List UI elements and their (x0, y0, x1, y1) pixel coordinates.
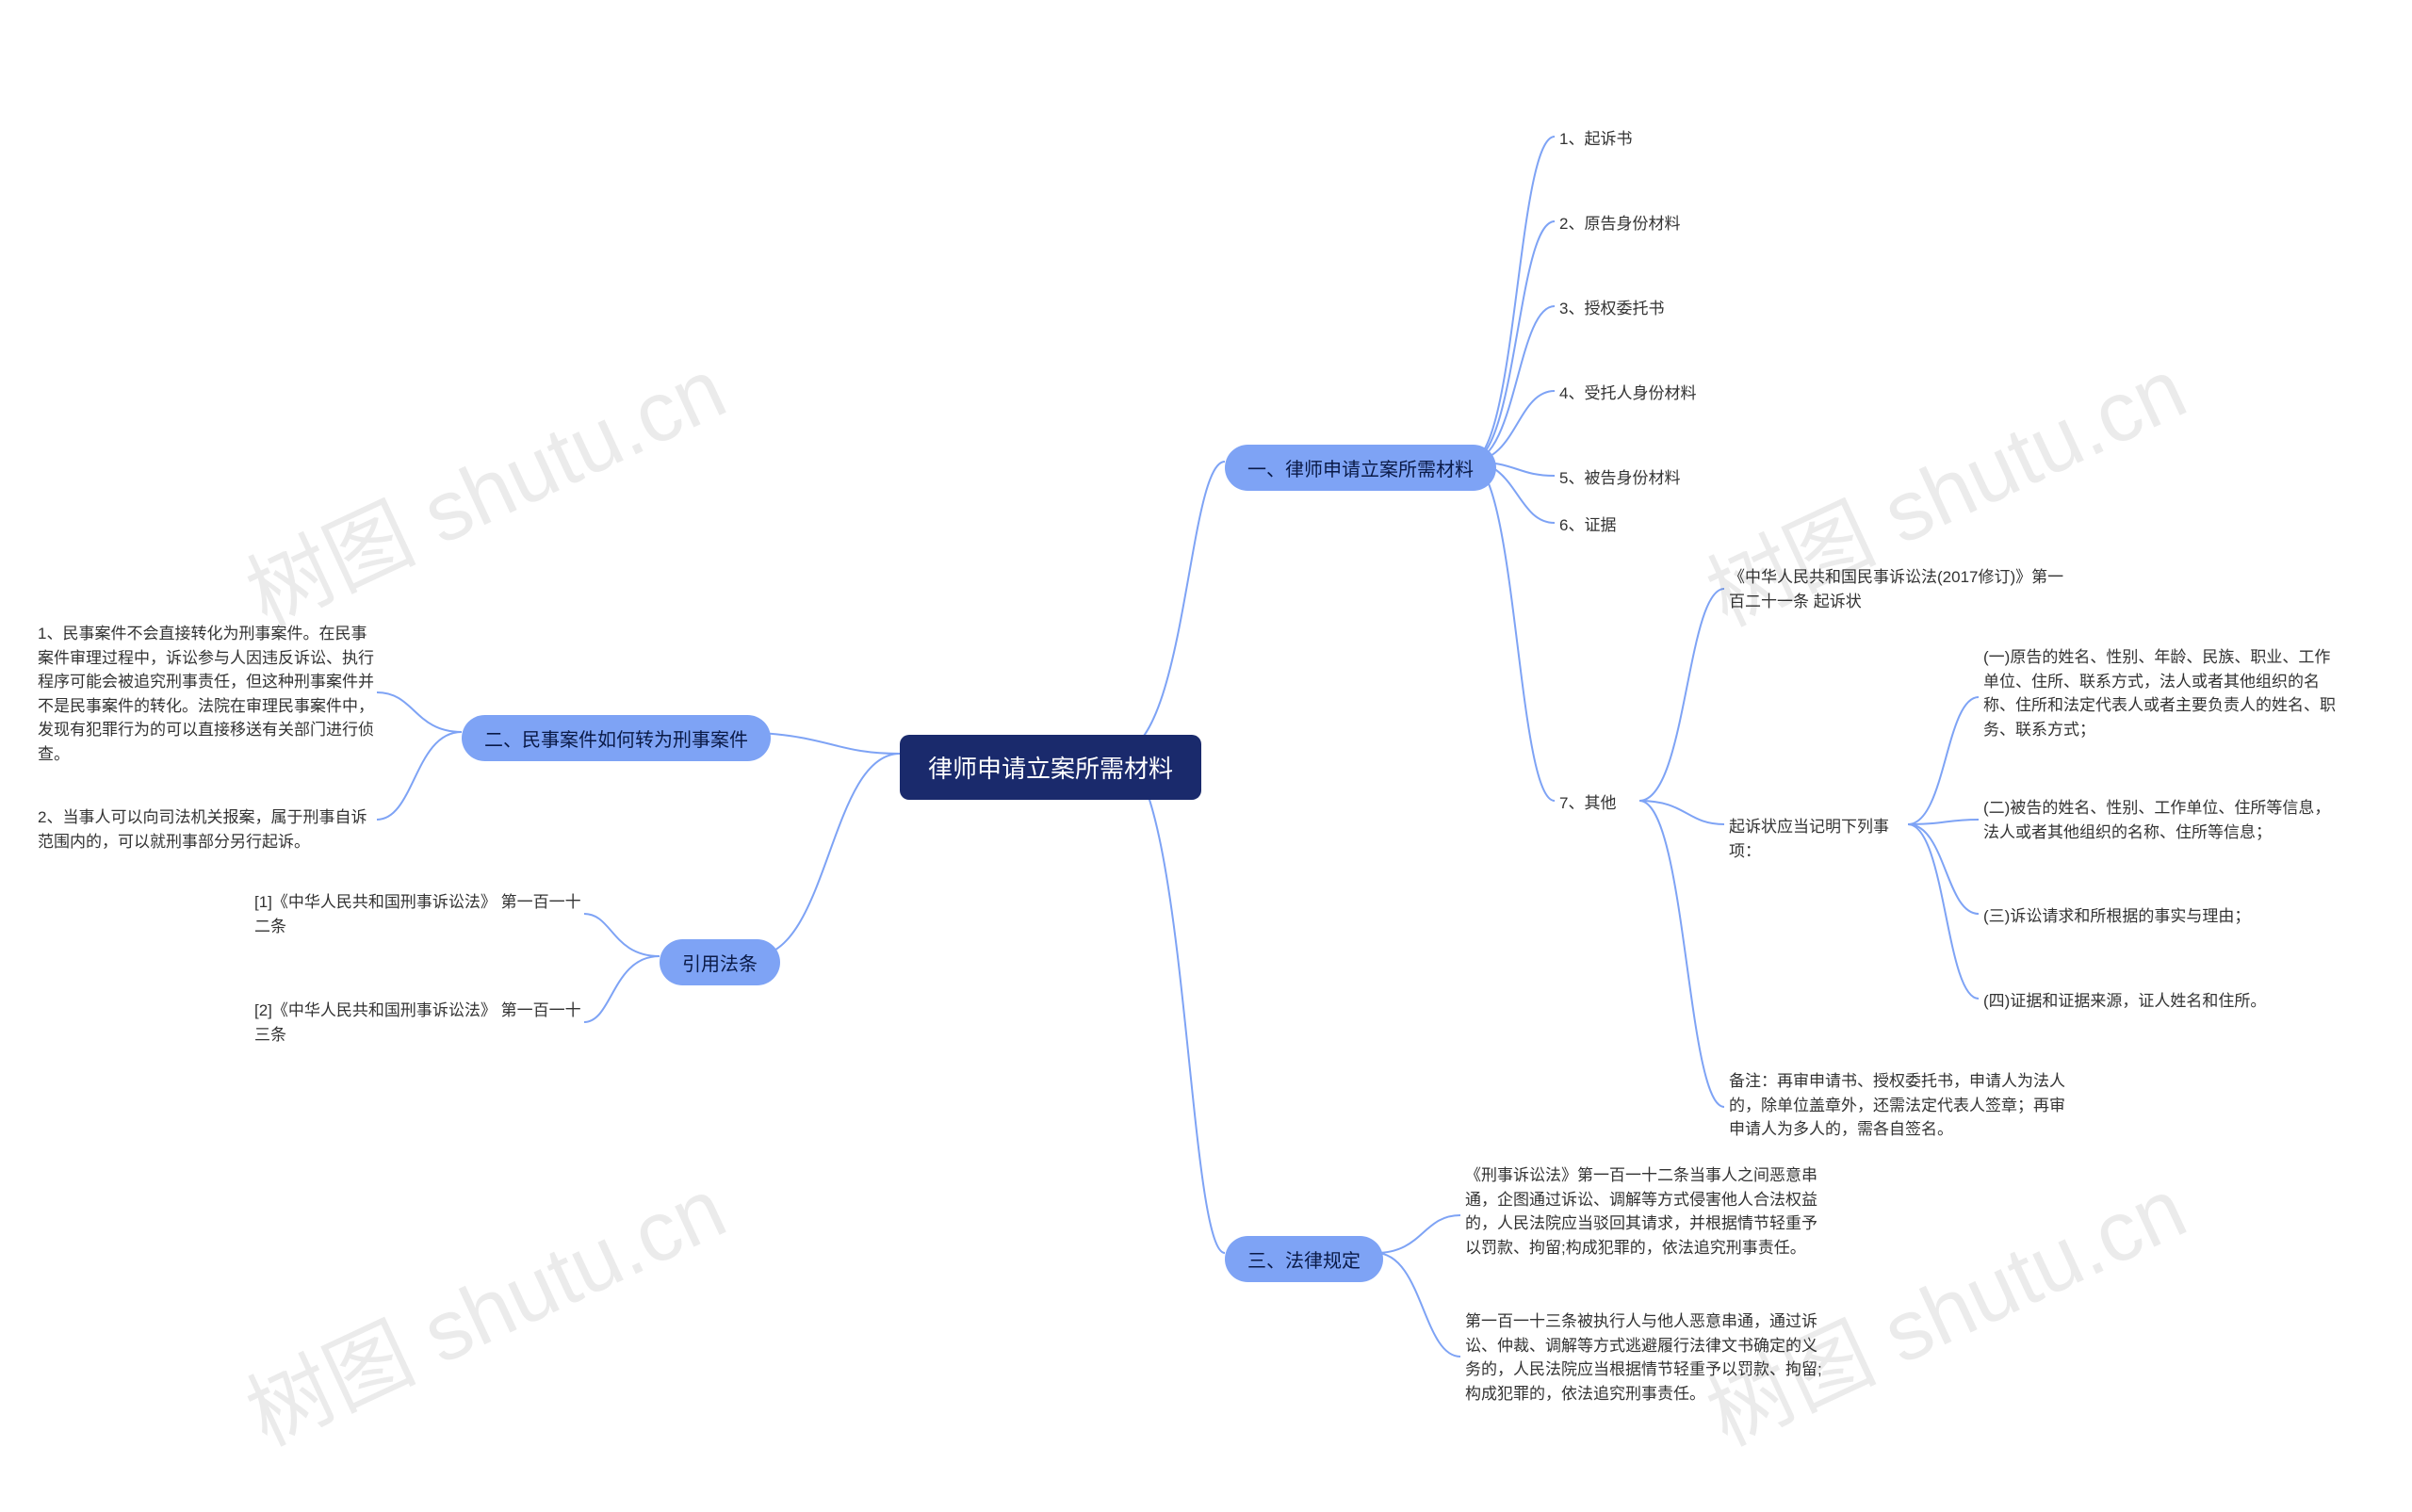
leaf-plaintiff-id: 2、原告身份材料 (1559, 212, 1767, 236)
center-topic[interactable]: 律师申请立案所需材料 (900, 735, 1201, 800)
leaf-other-subheader: 起诉状应当记明下列事项： (1729, 815, 1908, 863)
leaf-cite-2: [2]《中华人民共和国刑事诉讼法》 第一百一十三条 (254, 999, 584, 1047)
leaf-defendant-id: 5、被告身份材料 (1559, 466, 1767, 491)
leaf-other-sub1: (一)原告的姓名、性别、年龄、民族、职业、工作单位、住所、联系方式，法人或者其他… (1983, 645, 2341, 741)
leaf-trustee-id: 4、受托人身份材料 (1559, 382, 1767, 406)
branch-civil-to-criminal[interactable]: 二、民事案件如何转为刑事案件 (462, 715, 771, 761)
leaf-other-sub3: (三)诉讼请求和所根据的事实与理由； (1983, 904, 2341, 929)
watermark: 树图 shutu.cn (224, 321, 742, 649)
watermark: 树图 shutu.cn (224, 1141, 742, 1469)
leaf-civil-1: 1、民事案件不会直接转化为刑事案件。在民事案件审理过程中，诉讼参与人因违反诉讼、… (38, 622, 377, 766)
leaf-other-note: 备注：再审申请书、授权委托书，申请人为法人的，除单位盖章外，还需法定代表人签章；… (1729, 1069, 2068, 1142)
leaf-evidence: 6、证据 (1559, 513, 1767, 538)
branch-law[interactable]: 三、法律规定 (1225, 1236, 1383, 1282)
leaf-law-112: 《刑事诉讼法》第一百一十二条当事人之间恶意串通，企图通过诉讼、调解等方式侵害他人… (1465, 1163, 1823, 1260)
leaf-civil-2: 2、当事人可以向司法机关报案，属于刑事自诉范围内的，可以就刑事部分另行起诉。 (38, 805, 377, 854)
leaf-cite-1: [1]《中华人民共和国刑事诉讼法》 第一百一十二条 (254, 890, 584, 938)
leaf-other: 7、其他 (1559, 791, 1635, 816)
leaf-poa: 3、授权委托书 (1559, 297, 1767, 321)
leaf-other-sub4: (四)证据和证据来源，证人姓名和住所。 (1983, 989, 2341, 1014)
leaf-law-113: 第一百一十三条被执行人与他人恶意串通，通过诉讼、仲裁、调解等方式逃避履行法律文书… (1465, 1309, 1823, 1406)
leaf-complaint: 1、起诉书 (1559, 127, 1767, 152)
branch-cites[interactable]: 引用法条 (660, 939, 780, 985)
leaf-other-law: 《中华人民共和国民事诉讼法(2017修订)》第一百二十一条 起诉状 (1729, 565, 2068, 613)
branch-materials[interactable]: 一、律师申请立案所需材料 (1225, 445, 1496, 491)
leaf-other-sub2: (二)被告的姓名、性别、工作单位、住所等信息，法人或者其他组织的名称、住所等信息… (1983, 796, 2341, 844)
